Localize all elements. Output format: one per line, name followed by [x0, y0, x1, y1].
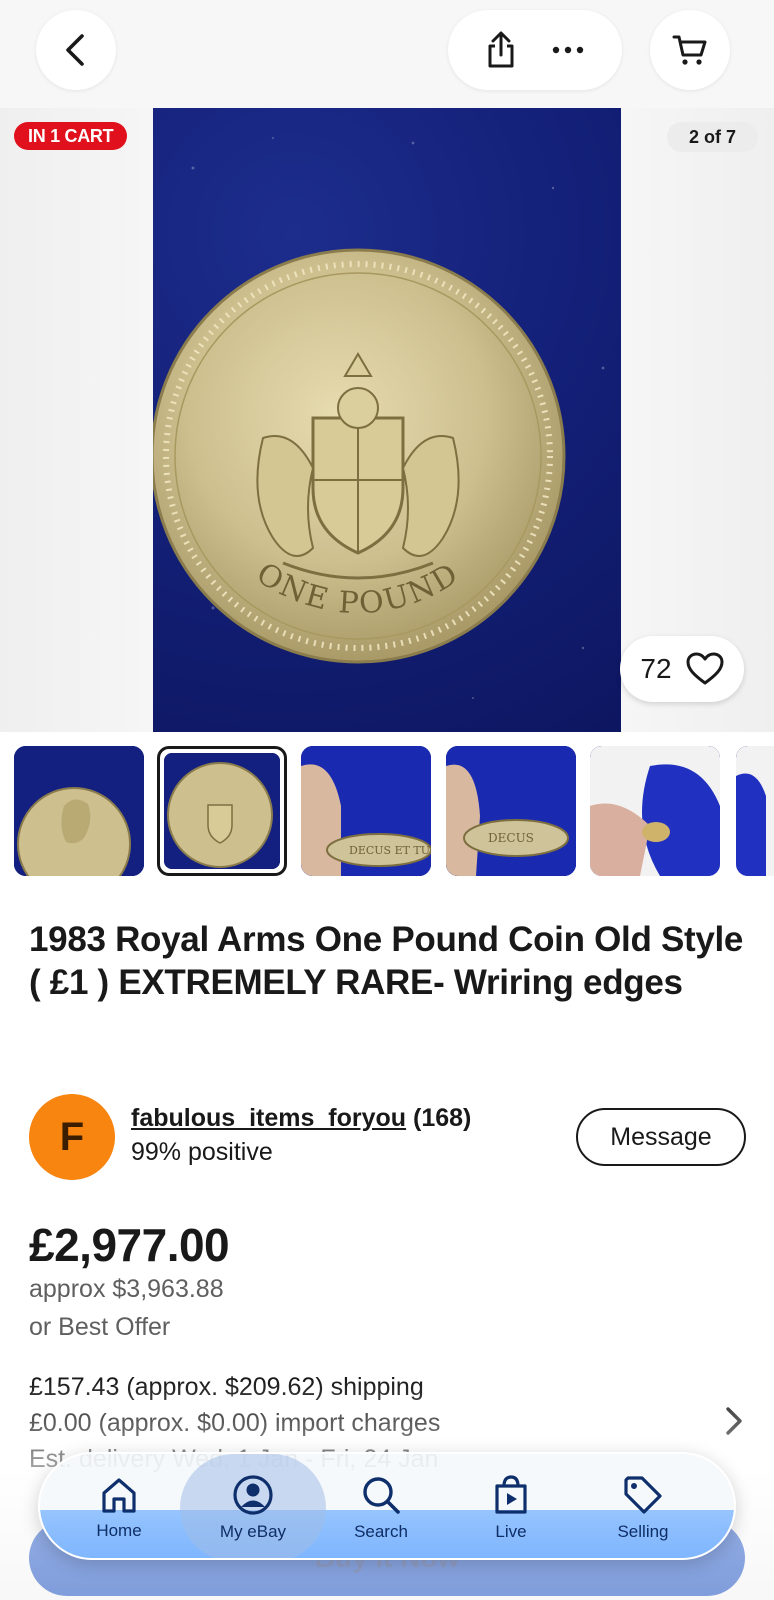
nav-live-label: Live	[495, 1522, 527, 1541]
listing-title: 1983 Royal Arms One Pound Coin Old Style…	[29, 920, 744, 1002]
nav-search[interactable]: Search	[316, 1454, 446, 1558]
edge-text-1: DECUS ET TUTAMEN	[349, 844, 431, 857]
action-pill	[448, 10, 622, 90]
seller-username[interactable]: fabulous_items_foryou	[131, 1104, 406, 1132]
search-icon	[363, 1477, 400, 1514]
thumbnail-5[interactable]	[590, 746, 720, 876]
heart-icon	[686, 652, 724, 685]
shipping-cost: £157.43 (approx. $209.62) shipping	[29, 1373, 424, 1401]
image-counter: 2 of 7	[666, 122, 758, 152]
nav-selling-label: Selling	[617, 1522, 669, 1541]
coin-edge-thumb: DECUS ET TUTAMEN	[301, 746, 431, 876]
chevron-left-icon	[66, 34, 84, 66]
seller-info[interactable]: fabulous_items_foryou (168)	[131, 1104, 471, 1133]
message-button[interactable]: Message	[576, 1108, 746, 1166]
seller-feedback-count: (168)	[413, 1104, 472, 1132]
nav-live[interactable]: Live	[446, 1454, 576, 1558]
seller-avatar[interactable]: F	[29, 1094, 115, 1180]
back-button[interactable]	[36, 10, 116, 90]
top-bar	[0, 0, 774, 108]
coin-edge-thumb-2: DECUS	[446, 746, 576, 876]
chevron-right-icon[interactable]	[718, 1405, 748, 1437]
thumbnail-4[interactable]: DECUS	[446, 746, 576, 876]
watch-count: 72	[640, 653, 672, 684]
thumbnail-3[interactable]: DECUS ET TUTAMEN	[301, 746, 431, 876]
import-charges: £0.00 (approx. $0.00) import charges	[29, 1409, 441, 1437]
live-bag-icon	[495, 1475, 527, 1514]
more-options-icon[interactable]	[551, 45, 585, 55]
coin-hand-thumb	[590, 746, 720, 876]
coin-obverse-thumb	[14, 746, 144, 876]
nav-my-ebay-label: My eBay	[219, 1522, 287, 1541]
in-cart-badge: IN 1 CART	[14, 122, 128, 150]
product-photo[interactable]: ONE POUND	[153, 108, 621, 732]
nav-my-ebay[interactable]: My eBay	[180, 1454, 326, 1558]
user-icon	[233, 1475, 273, 1515]
approx-price: approx $3,963.88	[29, 1275, 224, 1303]
nav-home-label: Home	[96, 1521, 142, 1540]
coin-reverse-thumb	[164, 753, 280, 869]
edge-text-2: DECUS	[488, 831, 534, 845]
image-gallery[interactable]: ONE POUND IN 1 CART 2 of 7 72	[0, 108, 774, 732]
bottom-navigation: Home My eBay Search Live Selling	[38, 1452, 736, 1560]
share-icon[interactable]	[485, 31, 517, 69]
tag-icon	[624, 1476, 662, 1514]
price: £2,977.00	[29, 1219, 230, 1271]
thumbnail-6[interactable]	[736, 746, 774, 876]
seller-positive-rating: 99% positive	[131, 1138, 273, 1166]
home-icon	[102, 1478, 136, 1513]
thumbnail-1[interactable]	[14, 746, 144, 876]
cart-icon	[672, 35, 707, 65]
watch-button[interactable]: 72	[620, 636, 744, 702]
nav-selling[interactable]: Selling	[578, 1454, 708, 1558]
nav-home[interactable]: Home	[54, 1454, 184, 1558]
thumbnail-strip[interactable]: DECUS ET TUTAMEN DECUS	[0, 746, 774, 878]
coin-bag-thumb	[736, 746, 774, 876]
best-offer-label: or Best Offer	[29, 1313, 171, 1341]
nav-search-label: Search	[354, 1522, 408, 1541]
cart-button[interactable]	[650, 10, 730, 90]
coin-photo: ONE POUND	[153, 137, 605, 699]
thumbnail-2[interactable]	[157, 746, 287, 876]
